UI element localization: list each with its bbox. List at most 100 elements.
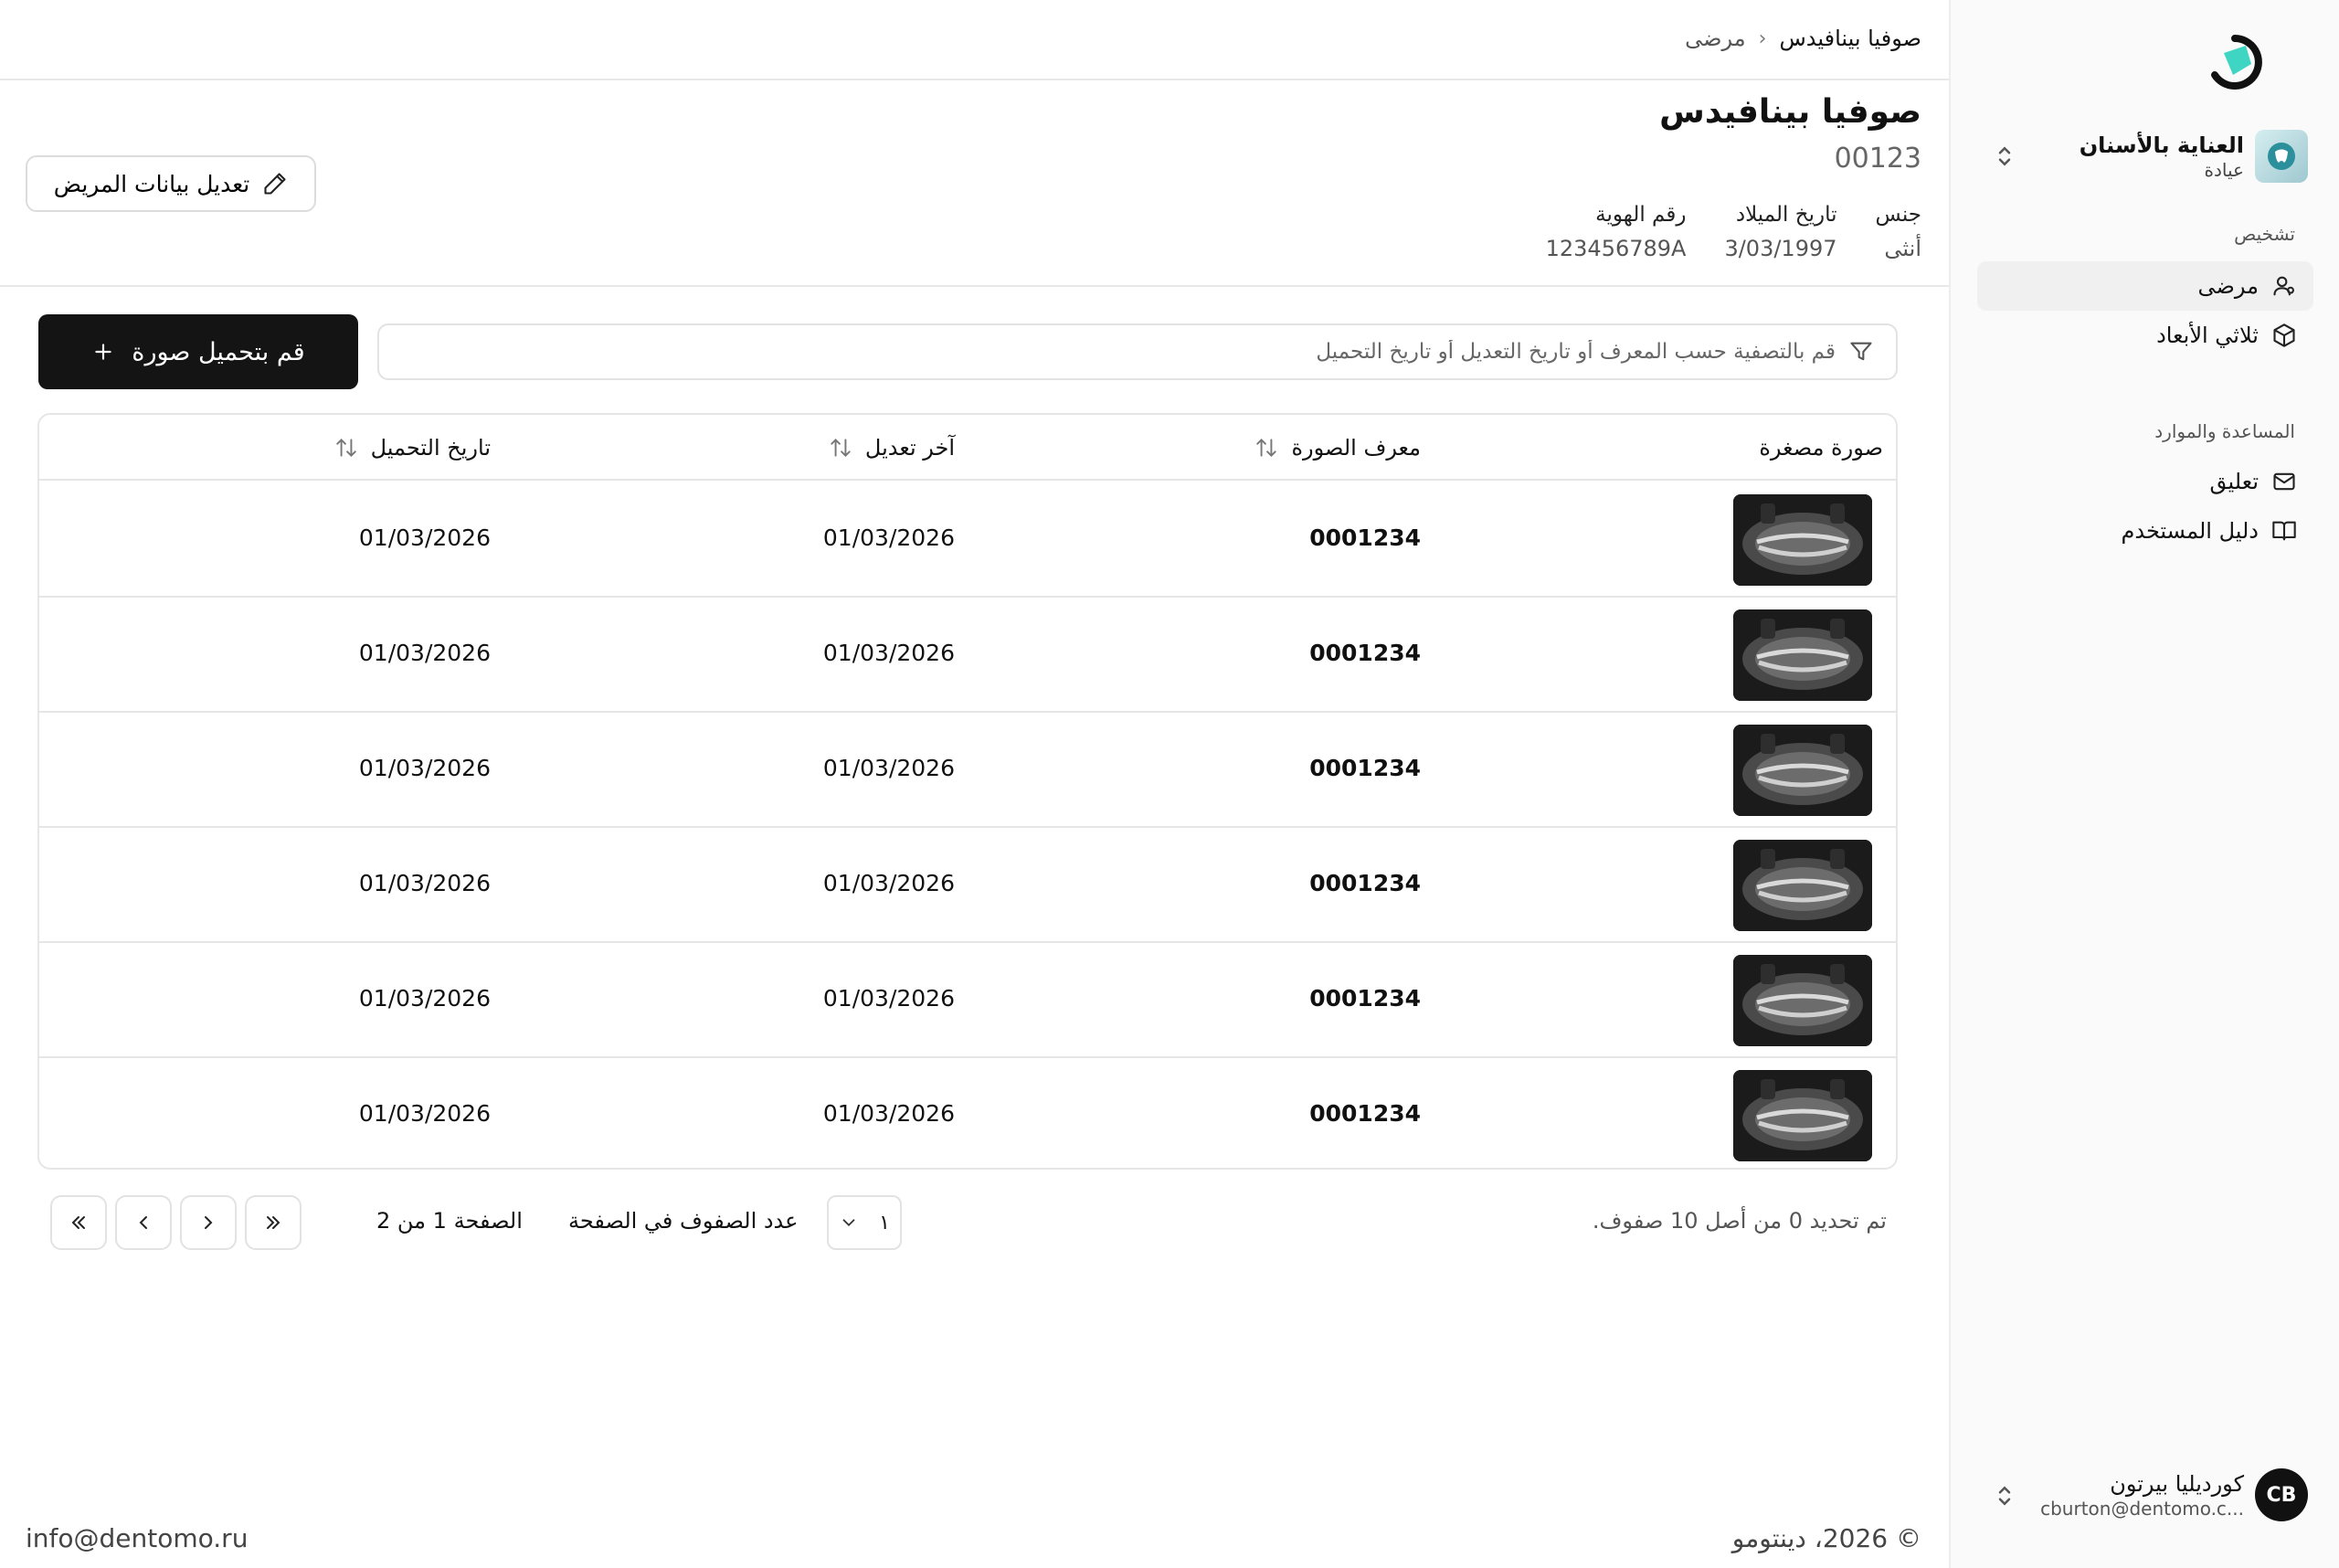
xray-thumbnail-icon	[1733, 955, 1872, 1046]
column-header-image-id[interactable]: معرف الصورة	[1254, 435, 1421, 461]
page-indicator: الصفحة 1 من 2	[376, 1208, 523, 1234]
pencil-icon	[264, 173, 286, 195]
breadcrumb-patients-link[interactable]: مرضى	[1685, 26, 1745, 51]
dob-value: 3/03/1997	[1724, 236, 1837, 261]
column-header-uploaded[interactable]: تاريخ التحميل	[334, 435, 491, 461]
table-row[interactable]: 0001234 01/03/2026 01/03/2026	[39, 598, 1896, 713]
rows-per-page-value: ١	[879, 1211, 890, 1234]
tooth-icon	[2268, 143, 2295, 170]
thumbnail-image[interactable]	[1733, 955, 1872, 1046]
image-id-cell: 0001234	[1309, 755, 1421, 781]
sidebar: العناية بالأسنان عيادة تشخيص مرضى ثلاثي …	[1949, 0, 2339, 1568]
sidebar-item-user-guide[interactable]: دليل المستخدم	[1977, 506, 2313, 556]
column-header-label: تاريخ التحميل	[370, 435, 491, 461]
xray-thumbnail-icon	[1733, 1070, 1872, 1161]
sidebar-item-label: مرضى	[2197, 273, 2259, 299]
sidebar-item-label: دليل المستخدم	[2121, 518, 2259, 544]
sidebar-item-feedback[interactable]: تعليق	[1977, 457, 2313, 506]
org-name: العناية بالأسنان	[2079, 132, 2244, 158]
thumbnail-image[interactable]	[1733, 725, 1872, 816]
divider	[0, 285, 1949, 287]
plus-icon	[95, 344, 111, 360]
upload-image-button[interactable]: قم بتحميل صورة	[38, 314, 358, 389]
table-row[interactable]: 0001234 01/03/2026 01/03/2026	[39, 943, 1896, 1058]
edit-patient-button[interactable]: تعديل بيانات المريض	[26, 155, 316, 212]
patient-info: جنس أنثى تاريخ الميلاد 3/03/1997 رقم اله…	[1546, 203, 1921, 261]
thumbnail-image[interactable]	[1733, 609, 1872, 701]
patient-id: 00123	[1834, 143, 1921, 175]
chevrons-left-icon	[71, 1216, 85, 1229]
book-icon	[2272, 521, 2296, 541]
section-label-diagnosis: تشخيص	[2234, 223, 2295, 245]
sidebar-item-patients[interactable]: مرضى	[1977, 261, 2313, 311]
image-id-cell: 0001234	[1309, 1100, 1421, 1127]
chevron-down-icon	[842, 1219, 855, 1227]
main-content: صوفيا بينافيدس ‹ مرضى صوفيا بينافيدس 001…	[0, 0, 1949, 1568]
dentomo-logo-icon[interactable]	[2206, 33, 2264, 91]
sidebar-item-label: ثلاثي الأبعاد	[2156, 323, 2259, 348]
org-switcher[interactable]: العناية بالأسنان عيادة	[1982, 126, 2308, 186]
chevrons-right-icon	[267, 1216, 280, 1229]
uploaded-date-cell: 01/03/2026	[358, 755, 491, 781]
table-row[interactable]: 0001234 01/03/2026 01/03/2026	[39, 713, 1896, 828]
table-row[interactable]: 0001234 01/03/2026 01/03/2026	[39, 1058, 1896, 1168]
image-id-cell: 0001234	[1309, 640, 1421, 666]
thumbnail-image[interactable]	[1733, 1070, 1872, 1161]
table-row[interactable]: 0001234 01/03/2026 01/03/2026	[39, 482, 1896, 598]
chevron-up-down-icon	[1998, 1486, 2011, 1506]
footer-copyright: © 2026، دينتومو	[1731, 1523, 1921, 1553]
column-header-modified[interactable]: آخر تعديل	[829, 435, 955, 461]
edit-patient-label: تعديل بيانات المريض	[53, 170, 250, 197]
page-title: صوفيا بينافيدس	[1659, 93, 1921, 131]
next-page-button[interactable]	[115, 1195, 172, 1250]
chevron-left-icon	[139, 1216, 147, 1229]
breadcrumb: صوفيا بينافيدس ‹ مرضى	[1685, 26, 1921, 51]
sort-icon[interactable]	[829, 436, 852, 460]
thumbnail-image[interactable]	[1733, 494, 1872, 586]
modified-date-cell: 01/03/2026	[822, 640, 955, 666]
filter-input[interactable]	[379, 340, 1836, 364]
table-header: صورة مصغرة معرف الصورة آخر تعديل تاريخ ا…	[39, 415, 1896, 481]
rows-per-page-select[interactable]: ١	[827, 1195, 902, 1250]
table-row[interactable]: 0001234 01/03/2026 01/03/2026	[39, 828, 1896, 943]
id-number-label: رقم الهوية	[1595, 203, 1687, 227]
image-id-cell: 0001234	[1309, 985, 1421, 1012]
section-label-help: المساعدة والموارد	[2154, 420, 2295, 442]
uploaded-date-cell: 01/03/2026	[358, 1100, 491, 1127]
gender-value: أنثى	[1884, 236, 1921, 261]
xray-thumbnail-icon	[1733, 609, 1872, 701]
modified-date-cell: 01/03/2026	[822, 524, 955, 551]
sort-icon[interactable]	[1254, 436, 1278, 460]
thumbnail-image[interactable]	[1733, 840, 1872, 931]
user-menu[interactable]: CB كورديليا بيرتون cburton@dentomo.c...	[1982, 1466, 2308, 1524]
user-name: كورديليا بيرتون	[2110, 1471, 2244, 1497]
column-header-label: صورة مصغرة	[1759, 435, 1883, 461]
image-id-cell: 0001234	[1309, 524, 1421, 551]
modified-date-cell: 01/03/2026	[822, 870, 955, 896]
chevron-right-icon	[205, 1216, 213, 1229]
footer-email[interactable]: info@dentomo.ru	[26, 1523, 248, 1553]
images-table: صورة مصغرة معرف الصورة آخر تعديل تاريخ ا…	[37, 413, 1898, 1170]
first-page-button[interactable]	[245, 1195, 302, 1250]
clinic-avatar	[2255, 130, 2308, 183]
modified-date-cell: 01/03/2026	[822, 1100, 955, 1127]
filter-box[interactable]	[377, 323, 1898, 380]
id-number-value: 123456789A	[1545, 236, 1687, 261]
last-page-button[interactable]	[50, 1195, 107, 1250]
xray-thumbnail-icon	[1733, 725, 1872, 816]
chevron-up-down-icon	[1998, 146, 2011, 166]
modified-date-cell: 01/03/2026	[822, 985, 955, 1012]
image-id-cell: 0001234	[1309, 870, 1421, 896]
uploaded-date-cell: 01/03/2026	[358, 640, 491, 666]
avatar: CB	[2255, 1468, 2308, 1521]
sidebar-item-label: تعليق	[2209, 469, 2259, 494]
selected-rows-info: تم تحديد 0 من أصل 10 صفوف.	[1592, 1208, 1887, 1234]
sort-icon[interactable]	[334, 436, 358, 460]
pagination: تم تحديد 0 من أصل 10 صفوف. ١ عدد الصفوف …	[0, 1193, 1949, 1252]
previous-page-button[interactable]	[180, 1195, 237, 1250]
org-type: عيادة	[2204, 159, 2244, 181]
sidebar-item-3d[interactable]: ثلاثي الأبعاد	[1977, 311, 2313, 360]
column-header-thumbnail: صورة مصغرة	[1759, 435, 1883, 461]
column-header-label: آخر تعديل	[864, 435, 955, 461]
mail-icon	[2273, 472, 2295, 491]
